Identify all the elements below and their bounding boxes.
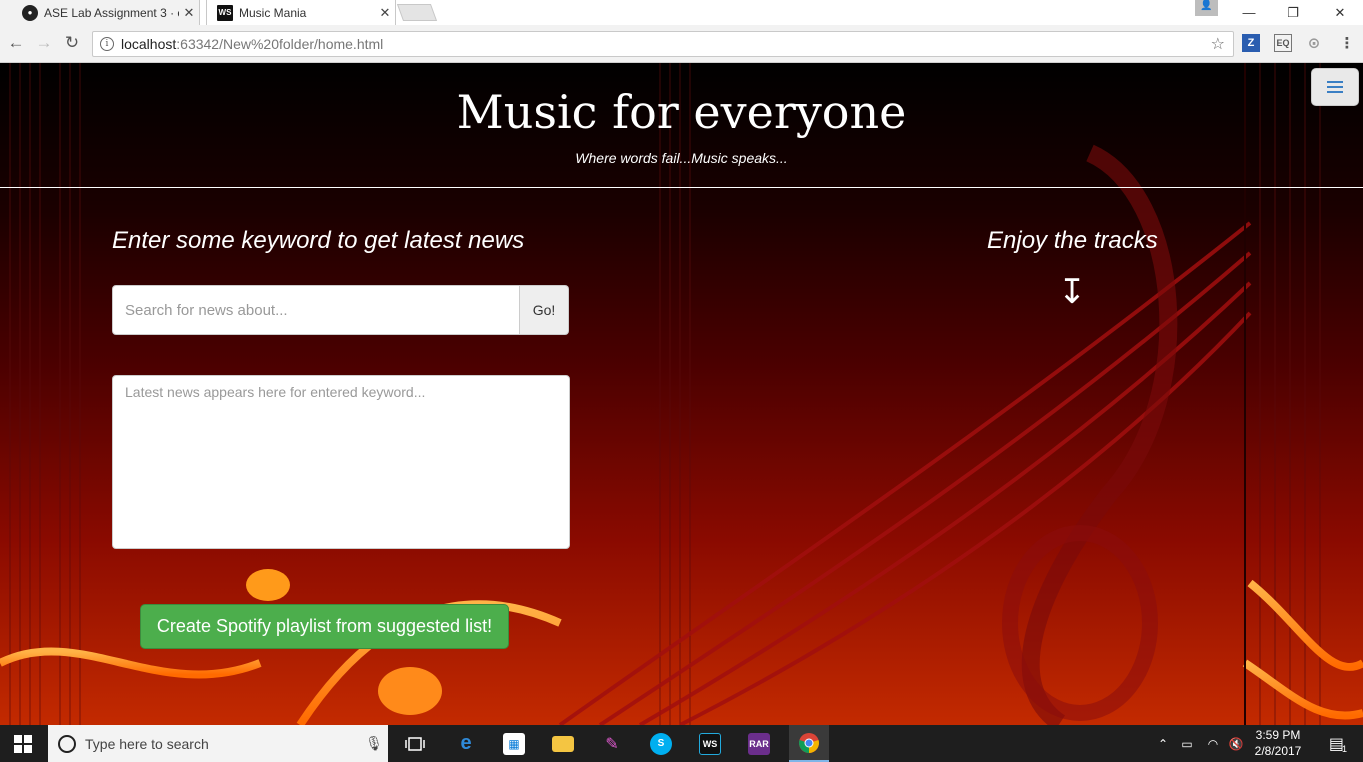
taskbar-search-placeholder: Type here to search xyxy=(85,735,209,752)
reload-icon[interactable]: ↻ xyxy=(60,31,84,55)
extension-eq-icon[interactable]: EQ xyxy=(1274,34,1292,52)
browser-tab-strip: ● ASE Lab Assignment 3 · c ✕ WS Music Ma… xyxy=(0,0,1363,25)
hamburger-menu-button[interactable] xyxy=(1311,68,1359,106)
zotero-icon[interactable]: Z xyxy=(1242,34,1260,52)
news-heading: Enter some keyword to get latest news xyxy=(112,227,525,254)
info-icon[interactable]: i xyxy=(100,37,114,51)
url-host: localhost xyxy=(121,36,177,52)
winrar-icon[interactable]: RAR xyxy=(741,725,777,762)
create-spotify-playlist-button[interactable]: Create Spotify playlist from suggested l… xyxy=(140,604,509,649)
clock-date: 2/8/2017 xyxy=(1254,744,1302,758)
webstorm-icon: WS xyxy=(217,4,233,21)
tab-music-mania[interactable]: WS Music Mania ✕ xyxy=(206,0,396,25)
volume-mute-icon[interactable]: 🔇 xyxy=(1226,725,1246,762)
windows-logo-icon xyxy=(14,734,32,753)
task-view-icon[interactable] xyxy=(397,725,433,762)
news-search-input[interactable] xyxy=(112,285,520,335)
back-icon[interactable]: ← xyxy=(4,31,28,55)
window-close-icon[interactable]: ✕ xyxy=(1318,0,1362,25)
webstorm-icon[interactable]: WS xyxy=(692,725,728,762)
bookmark-star-icon[interactable]: ☆ xyxy=(1211,34,1225,54)
extension-circle-icon[interactable]: ⊙ xyxy=(1305,34,1323,52)
chrome-menu-icon[interactable]: ⋮ xyxy=(1338,34,1356,52)
forward-icon[interactable]: → xyxy=(32,31,56,55)
tab-ase-lab[interactable]: ● ASE Lab Assignment 3 · c ✕ xyxy=(0,0,200,25)
news-search-group: Go! xyxy=(112,285,569,335)
arrow-down-icon: ↧ xyxy=(1057,273,1087,311)
hamburger-icon xyxy=(1327,91,1343,93)
windows-taskbar: Type here to search 🎙 e ▦ ✎ S WS RAR ⌃ ▭… xyxy=(0,725,1363,762)
taskbar-search[interactable]: Type here to search 🎙 xyxy=(48,725,388,762)
show-hidden-icons-icon[interactable]: ⌃ xyxy=(1154,725,1172,762)
action-center-icon[interactable]: ▤ 1 xyxy=(1318,725,1358,762)
close-tab-icon[interactable]: ✕ xyxy=(179,5,199,21)
restore-icon[interactable]: ❐ xyxy=(1271,0,1315,25)
store-icon[interactable]: ▦ xyxy=(496,725,532,762)
edge-icon[interactable]: e xyxy=(448,725,484,762)
skype-icon[interactable]: S xyxy=(643,725,679,762)
cortana-icon xyxy=(58,734,76,753)
tab-label: Music Mania xyxy=(239,5,307,20)
page-tagline: Where words fail...Music speaks... xyxy=(575,150,788,166)
browser-toolbar: ← → ↻ i localhost:63342/New%20folder/hom… xyxy=(0,25,1363,63)
hamburger-icon xyxy=(1327,81,1343,83)
system-clock[interactable]: 3:59 PM 2/8/2017 xyxy=(1250,727,1306,759)
tracks-heading: Enjoy the tracks xyxy=(987,227,1158,254)
start-button[interactable] xyxy=(0,725,46,762)
profile-icon[interactable]: 👤 xyxy=(1195,0,1218,16)
new-tab-button[interactable] xyxy=(396,4,438,21)
paint-icon[interactable]: ✎ xyxy=(594,725,630,762)
clock-time: 3:59 PM xyxy=(1255,728,1301,742)
url-path: :63342/New%20folder/home.html xyxy=(176,36,384,52)
wifi-icon[interactable]: ◠ xyxy=(1202,725,1224,762)
minimize-icon[interactable]: — xyxy=(1227,0,1271,25)
go-button[interactable]: Go! xyxy=(520,285,569,335)
battery-icon[interactable]: ▭ xyxy=(1176,725,1198,762)
address-bar[interactable]: i localhost:63342/New%20folder/home.html… xyxy=(92,31,1234,57)
notification-count: 1 xyxy=(1342,743,1348,754)
page-header: Music for everyone Where words fail...Mu… xyxy=(0,63,1363,188)
tab-label: ASE Lab Assignment 3 · c xyxy=(44,5,179,20)
github-icon: ● xyxy=(22,4,38,21)
page-title: Music for everyone xyxy=(456,85,907,139)
chrome-icon[interactable] xyxy=(789,725,829,762)
news-results-textarea[interactable] xyxy=(112,375,570,549)
microphone-icon[interactable]: 🎙 xyxy=(360,735,388,752)
close-tab-icon[interactable]: ✕ xyxy=(375,5,395,21)
header-divider xyxy=(0,187,1363,188)
hamburger-icon xyxy=(1327,86,1343,88)
page-content: Music for everyone Where words fail...Mu… xyxy=(0,63,1363,725)
file-explorer-icon[interactable] xyxy=(545,725,581,762)
